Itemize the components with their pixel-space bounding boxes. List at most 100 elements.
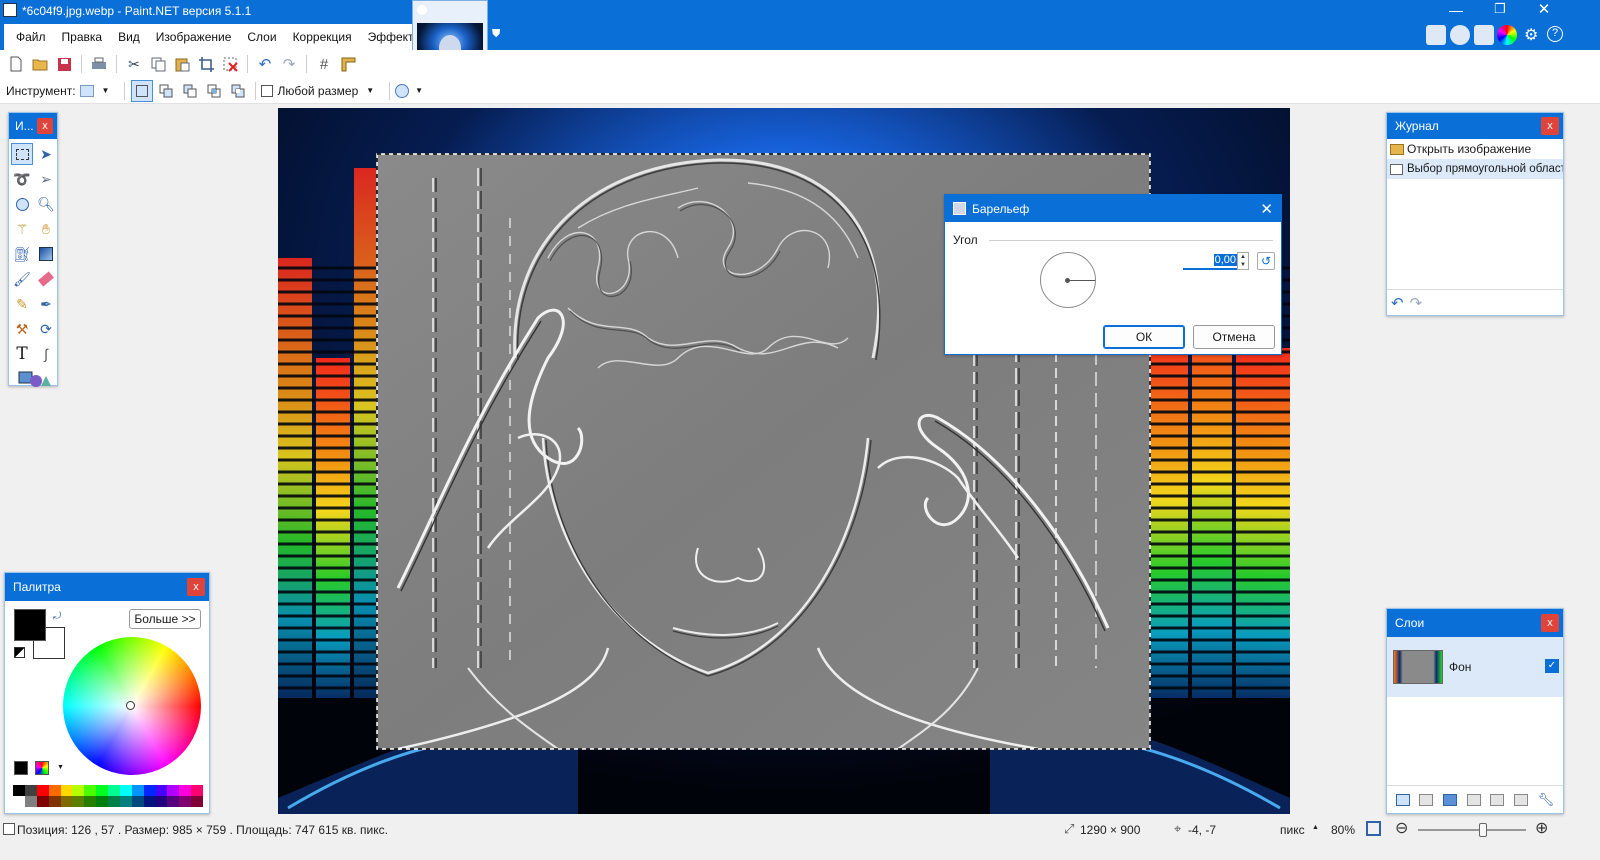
menu-edit[interactable]: Правка [54, 24, 111, 50]
undo-icon[interactable]: ↶ [254, 53, 276, 75]
move-layer-down-icon[interactable] [1514, 793, 1529, 806]
close-window-button[interactable]: ✕ [1532, 0, 1556, 18]
print-icon[interactable] [88, 53, 110, 75]
zoom-slider-track[interactable] [1418, 829, 1526, 831]
palette-swatches[interactable] [13, 785, 203, 807]
settings-gear-icon[interactable]: ⚙ [1524, 25, 1538, 45]
history-redo-icon[interactable]: ↷ [1410, 294, 1423, 312]
tab-overflow-icon[interactable]: ⛊ [492, 28, 500, 41]
menu-image[interactable]: Изображение [148, 24, 240, 50]
menu-layers[interactable]: Слои [239, 24, 284, 50]
palette-mode-icon[interactable] [14, 761, 28, 775]
grid-icon[interactable]: # [313, 53, 335, 75]
delete-layer-icon[interactable] [1419, 793, 1434, 806]
zoom-level-text[interactable]: 80% [1331, 823, 1355, 837]
layer-visibility-checkbox[interactable]: ✓ [1545, 659, 1559, 673]
move-selection-tool-icon[interactable]: ➢ [35, 168, 57, 190]
layer-row[interactable]: Фон ✓ [1387, 637, 1563, 697]
ruler-icon[interactable] [337, 53, 359, 75]
units-select[interactable]: пикс [1280, 823, 1305, 837]
color-picker-tool-icon[interactable]: ✒ [35, 293, 57, 315]
redo-icon[interactable]: ↷ [278, 53, 300, 75]
rectangle-select-tool-icon[interactable] [11, 143, 33, 165]
cancel-button[interactable]: Отмена [1193, 325, 1275, 349]
reset-colors-icon[interactable] [14, 647, 25, 658]
duplicate-layer-icon[interactable] [1443, 793, 1458, 806]
current-tool-icon[interactable] [79, 84, 94, 97]
tool-dropdown-icon[interactable]: ▼ [102, 86, 110, 95]
zoom-tool-icon[interactable]: 🔍︎ [35, 193, 57, 215]
angle-value-input[interactable]: 0,00 [1183, 252, 1237, 270]
size-mode-dropdown-icon[interactable]: ▼ [366, 86, 374, 95]
copy-icon[interactable] [147, 53, 169, 75]
merge-layer-down-icon[interactable] [1466, 793, 1481, 806]
pan-tool-icon[interactable]: ✋︎ [35, 218, 57, 240]
selection-mode-xor-icon[interactable] [227, 80, 249, 102]
history-panel-close-button[interactable]: x [1541, 117, 1559, 135]
antialias-dropdown-icon[interactable]: ▼ [415, 86, 423, 95]
text-tool-icon[interactable]: T [11, 343, 33, 365]
pencil-tool-icon[interactable]: ✎ [11, 293, 33, 315]
clone-stamp-tool-icon[interactable]: ⚒ [11, 318, 33, 340]
menu-adjustments[interactable]: Коррекция [285, 24, 360, 50]
new-file-icon[interactable] [5, 53, 27, 75]
help-icon[interactable]: ? [1547, 26, 1563, 42]
line-curve-tool-icon[interactable]: ∫ [35, 343, 57, 365]
zoom-out-icon[interactable]: ⊖ [1395, 818, 1408, 838]
layers-toggle-icon[interactable] [1474, 25, 1494, 45]
palette-options-icon[interactable] [35, 761, 49, 775]
history-undo-icon[interactable]: ↶ [1391, 294, 1404, 312]
menu-view[interactable]: Вид [110, 24, 148, 50]
emboss-dialog-close-button[interactable]: ✕ [1260, 200, 1273, 218]
save-file-icon[interactable] [53, 53, 75, 75]
menu-file[interactable]: Файл [8, 24, 54, 50]
zoom-in-icon[interactable]: ⊕ [1535, 818, 1548, 838]
fixed-size-icon[interactable] [261, 84, 274, 97]
history-item[interactable]: Выбор прямоугольной области [1387, 159, 1563, 179]
reset-angle-button[interactable]: ↺ [1257, 252, 1275, 270]
restore-button[interactable]: ❐ [1488, 1, 1512, 17]
open-file-icon[interactable] [29, 53, 51, 75]
tools-toggle-icon[interactable] [1426, 25, 1446, 45]
eraser-tool-icon[interactable] [35, 268, 57, 290]
zoom-slider-thumb[interactable] [1478, 823, 1487, 837]
move-layer-up-icon[interactable] [1490, 793, 1505, 806]
antialias-icon[interactable] [395, 83, 410, 98]
recolor-tool-icon[interactable]: ⟳ [35, 318, 57, 340]
palette-options-dropdown-icon[interactable]: ▼ [57, 764, 64, 771]
move-selected-pixels-tool-icon[interactable]: ➤ [35, 143, 57, 165]
history-toggle-icon[interactable] [1450, 25, 1470, 45]
angle-spinner[interactable]: ▲ ▼ [1237, 252, 1249, 270]
shapes-tool-icon[interactable] [11, 368, 57, 390]
color-wheel[interactable] [63, 637, 201, 775]
crop-to-selection-icon[interactable] [195, 53, 217, 75]
more-colors-button[interactable]: Больше >> [129, 609, 201, 629]
cut-icon[interactable]: ✂ [123, 53, 145, 75]
selection-mode-union-icon[interactable] [155, 80, 177, 102]
ok-button[interactable]: ОК [1103, 325, 1185, 349]
paintbrush-tool-icon[interactable]: 🖌︎ [11, 268, 33, 290]
tools-panel-close-button[interactable]: x [37, 118, 53, 134]
minimize-button[interactable]: — [1444, 2, 1468, 18]
angle-dial[interactable] [1040, 252, 1096, 308]
selection-mode-replace-icon[interactable] [131, 79, 154, 102]
selection-mode-exclude-icon[interactable] [179, 80, 201, 102]
gradient-tool-icon[interactable] [35, 243, 57, 265]
layers-panel-close-button[interactable]: x [1541, 614, 1559, 632]
paste-icon[interactable] [171, 53, 193, 75]
add-layer-icon[interactable] [1395, 793, 1410, 806]
swap-colors-icon[interactable]: ⤾ [53, 611, 61, 622]
units-dropdown-icon[interactable]: ▲ [1312, 824, 1319, 831]
zoom-to-window-icon[interactable] [1366, 821, 1381, 836]
deselect-icon[interactable] [219, 53, 241, 75]
primary-color-swatch[interactable] [14, 609, 46, 641]
selection-mode-intersect-icon[interactable] [203, 80, 225, 102]
lasso-select-tool-icon[interactable]: ➰ [11, 168, 33, 190]
size-mode-select[interactable]: Любой размер [277, 84, 358, 98]
history-item[interactable]: Открыть изображение [1387, 139, 1563, 159]
layer-properties-icon[interactable]: 🔧︎ [1538, 792, 1555, 808]
ellipse-select-tool-icon[interactable] [11, 193, 33, 215]
magic-wand-tool-icon[interactable]: ⚚ [11, 218, 33, 240]
palette-panel-close-button[interactable]: x [187, 578, 205, 596]
paint-bucket-tool-icon[interactable]: ⛽︎ [11, 243, 33, 265]
